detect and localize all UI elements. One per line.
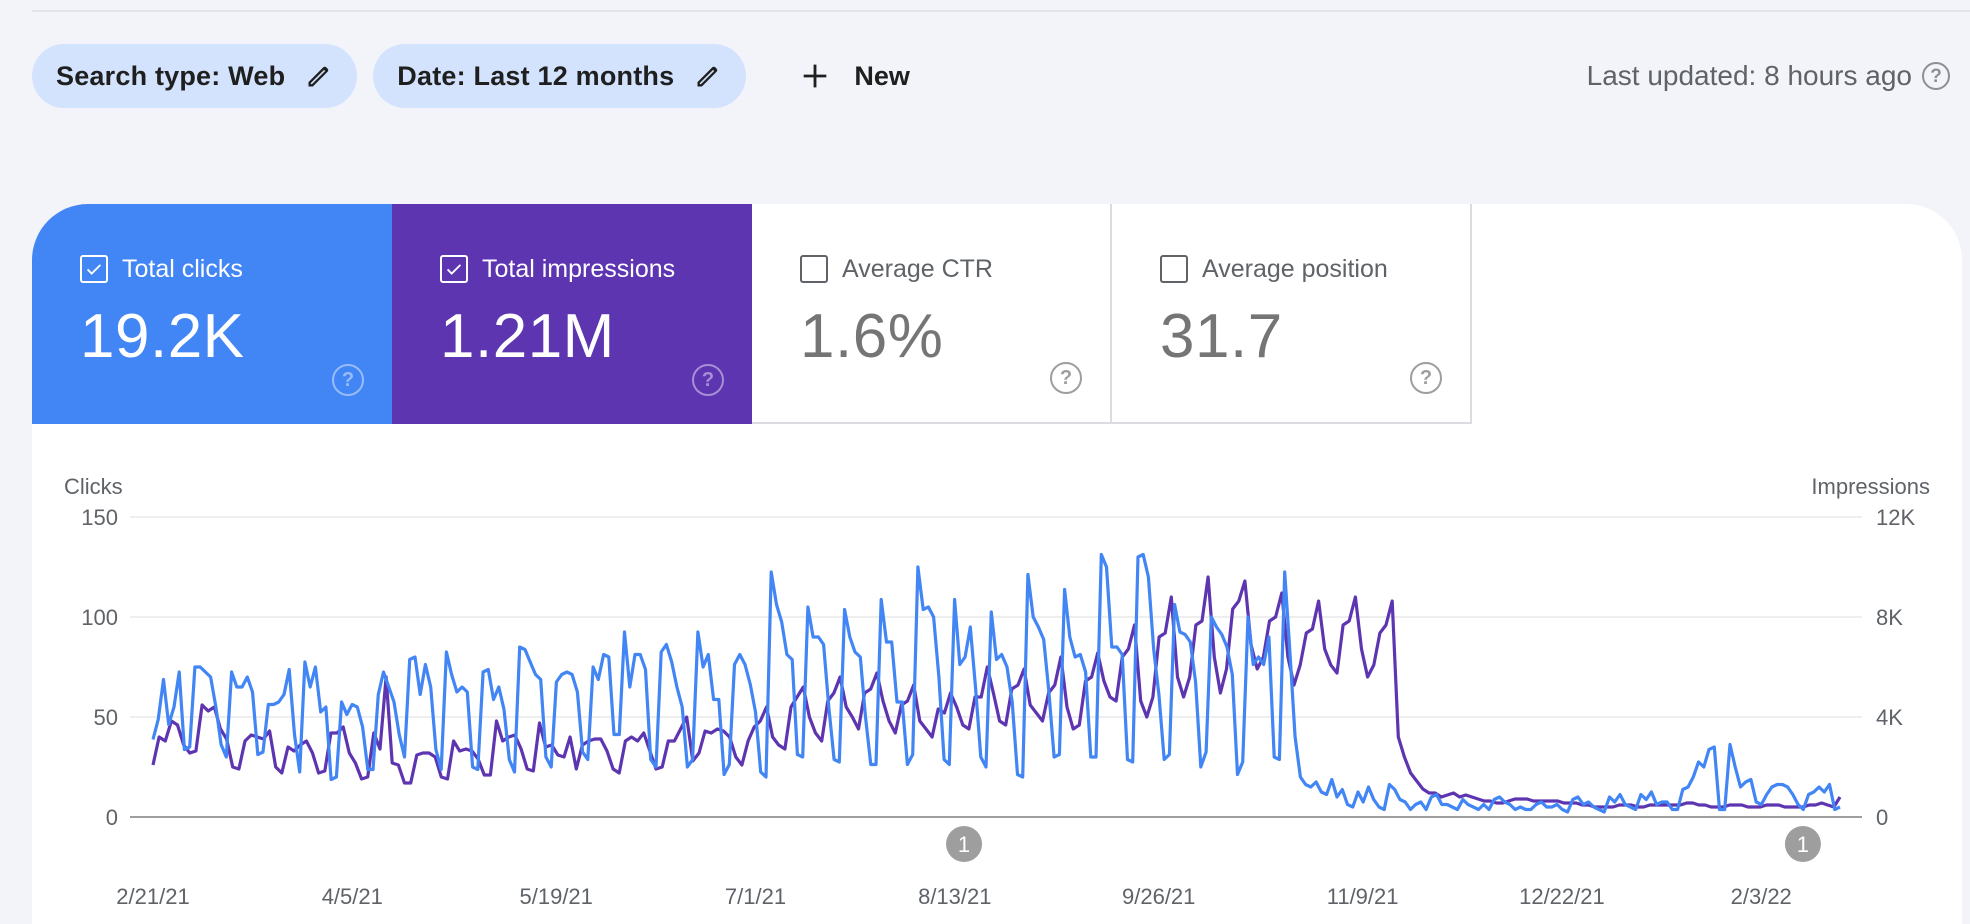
y-tick-label-right: 8K — [1876, 605, 1903, 630]
metric-total-impressions[interactable]: Total impressions 1.21M ? — [392, 204, 752, 424]
help-circle-icon[interactable]: ? — [1922, 62, 1950, 90]
metric-value: 19.2K — [80, 306, 392, 368]
help-circle-icon[interactable]: ? — [1410, 362, 1442, 394]
search-type-filter-chip[interactable]: Search type: Web — [32, 44, 357, 108]
y-axis-label-right: Impressions — [1811, 474, 1930, 499]
annotations: 11 — [946, 826, 1821, 862]
x-tick-label: 12/22/21 — [1519, 884, 1605, 909]
annotation-count: 1 — [958, 832, 970, 857]
chip-label: Date: Last 12 months — [397, 61, 674, 92]
checkbox-checked-icon[interactable] — [440, 255, 468, 283]
metric-average-ctr[interactable]: Average CTR 1.6% ? — [752, 204, 1112, 424]
checkbox-checked-icon[interactable] — [80, 255, 108, 283]
date-filter-chip[interactable]: Date: Last 12 months — [373, 44, 746, 108]
y-tick-label-right: 0 — [1876, 805, 1888, 830]
annotation-count: 1 — [1797, 832, 1809, 857]
checkbox-unchecked-icon[interactable] — [1160, 255, 1188, 283]
metric-value: 1.21M — [440, 306, 752, 368]
y-ticks-left: 0 50 100 150 — [81, 505, 118, 830]
series-line-clicks — [153, 577, 1840, 807]
checkbox-unchecked-icon[interactable] — [800, 255, 828, 283]
top-divider — [32, 10, 1970, 12]
metric-value: 31.7 — [1160, 306, 1470, 368]
metric-label: Average CTR — [842, 255, 993, 284]
new-label: New — [854, 61, 910, 92]
metric-total-clicks[interactable]: Total clicks 19.2K ? — [32, 204, 392, 424]
x-tick-label: 5/19/21 — [520, 884, 593, 909]
metric-average-position[interactable]: Average position 31.7 ? — [1112, 204, 1472, 424]
x-tick-label: 2/3/22 — [1731, 884, 1792, 909]
new-filter-button[interactable]: New — [762, 44, 930, 108]
help-circle-icon[interactable]: ? — [692, 364, 724, 396]
metric-label: Average position — [1202, 255, 1388, 284]
y-tick-label-left: 0 — [106, 805, 118, 830]
y-tick-label-left: 100 — [81, 605, 118, 630]
y-tick-label-right: 4K — [1876, 705, 1903, 730]
help-circle-icon[interactable]: ? — [332, 364, 364, 396]
x-tick-label: 2/21/21 — [116, 884, 189, 909]
help-circle-icon[interactable]: ? — [1050, 362, 1082, 394]
pencil-icon — [694, 62, 722, 90]
series-line-impressions — [153, 555, 1840, 813]
x-ticks: 2/21/21 4/5/21 5/19/21 7/1/21 8/13/21 9/26/21… — [116, 884, 1792, 909]
gridlines — [130, 517, 1862, 817]
x-tick-label: 9/26/21 — [1122, 884, 1195, 909]
chip-label: Search type: Web — [56, 61, 285, 92]
y-tick-label-left: 50 — [94, 705, 118, 730]
filter-bar: Search type: Web Date: Last 12 months Ne… — [32, 44, 930, 108]
y-ticks-right: 0 4K 8K 12K — [1876, 505, 1915, 830]
y-tick-label-left: 150 — [81, 505, 118, 530]
metric-tiles: Total clicks 19.2K ? Total impressions 1… — [32, 204, 1472, 424]
pencil-icon — [305, 62, 333, 90]
plus-icon — [798, 59, 832, 93]
series-lines — [153, 555, 1840, 813]
y-tick-label-right: 12K — [1876, 505, 1915, 530]
last-updated-text: Last updated: 8 hours ago — [1587, 60, 1912, 92]
performance-chart: Clicks Impressions 050100150 04K8K12K 11… — [0, 424, 1970, 924]
last-updated: Last updated: 8 hours ago ? — [1587, 56, 1950, 96]
x-tick-label: 4/5/21 — [322, 884, 383, 909]
x-tick-label: 8/13/21 — [918, 884, 991, 909]
x-tick-label: 7/1/21 — [725, 884, 786, 909]
x-tick-label: 11/9/21 — [1327, 884, 1399, 909]
metric-label: Total clicks — [122, 255, 243, 284]
metric-value: 1.6% — [800, 306, 1110, 368]
annotation-marker[interactable]: 1 — [946, 826, 982, 862]
annotation-marker[interactable]: 1 — [1785, 826, 1821, 862]
chart-svg: Clicks Impressions 050100150 04K8K12K 11… — [0, 424, 1970, 924]
y-axis-label-left: Clicks — [64, 474, 123, 499]
metric-label: Total impressions — [482, 255, 675, 284]
